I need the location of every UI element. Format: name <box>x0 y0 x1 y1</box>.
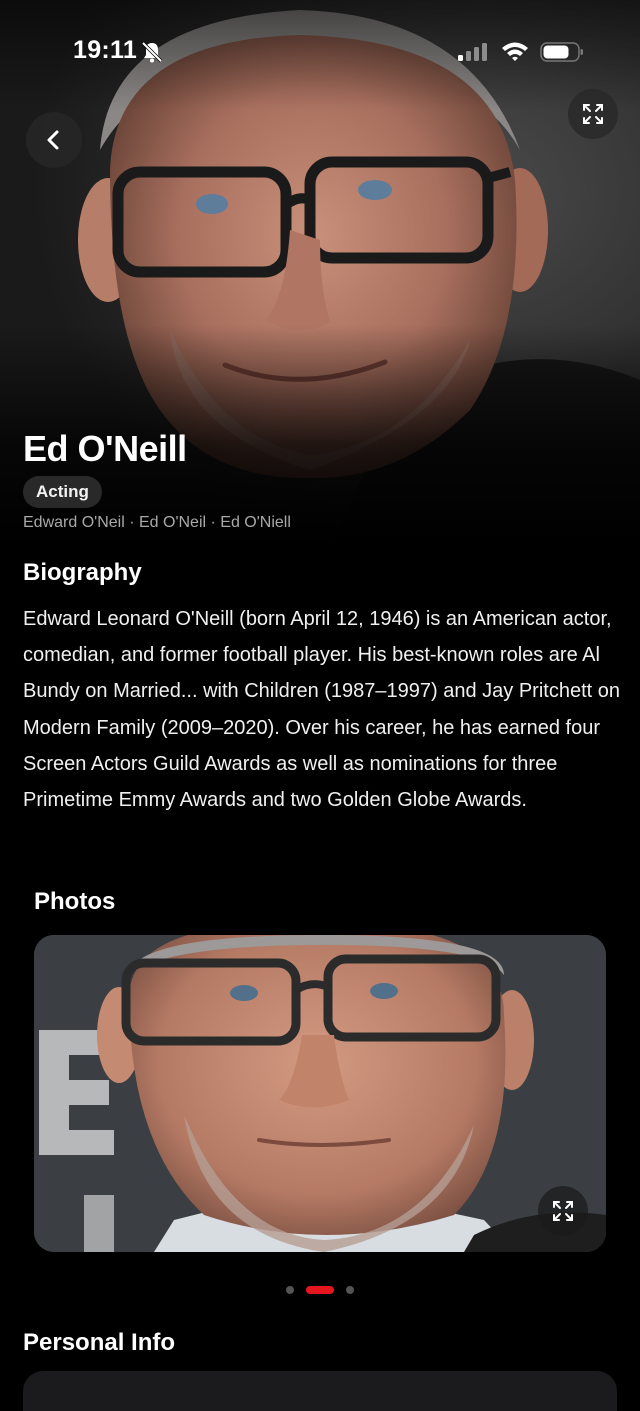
back-button[interactable] <box>26 112 82 168</box>
also-known-as: Edward O'Neil · Ed O'Neil · Ed O'Niell <box>23 514 291 531</box>
status-time: 19:11 <box>73 36 138 64</box>
photo-image <box>34 935 606 1252</box>
personal-info-card <box>23 1371 617 1411</box>
expand-arrows-icon <box>553 1201 573 1221</box>
battery-icon <box>540 42 583 62</box>
bell-slash-icon <box>141 41 163 63</box>
photo-carousel-item[interactable] <box>34 935 606 1252</box>
department-chip: Acting <box>23 476 102 508</box>
biography-text: Edward Leonard O'Neill (born April 12, 1… <box>23 608 621 812</box>
page-dot-active[interactable] <box>306 1286 334 1294</box>
biography-heading: Biography <box>23 559 142 586</box>
status-bar: 19:11 <box>0 0 640 100</box>
expand-arrows-icon <box>583 104 603 124</box>
expand-image-button[interactable] <box>568 89 618 139</box>
carousel-page-indicator[interactable] <box>0 1285 640 1295</box>
chevron-left-icon <box>47 130 59 150</box>
photos-heading: Photos <box>34 888 116 915</box>
wifi-icon <box>502 42 528 61</box>
cellular-signal-icon <box>458 43 487 61</box>
person-name: Ed O'Neill <box>23 428 187 469</box>
personal-info-heading: Personal Info <box>23 1329 176 1356</box>
page-dot[interactable] <box>346 1286 354 1294</box>
page-dot[interactable] <box>286 1286 294 1294</box>
expand-photo-button[interactable] <box>538 1186 588 1236</box>
